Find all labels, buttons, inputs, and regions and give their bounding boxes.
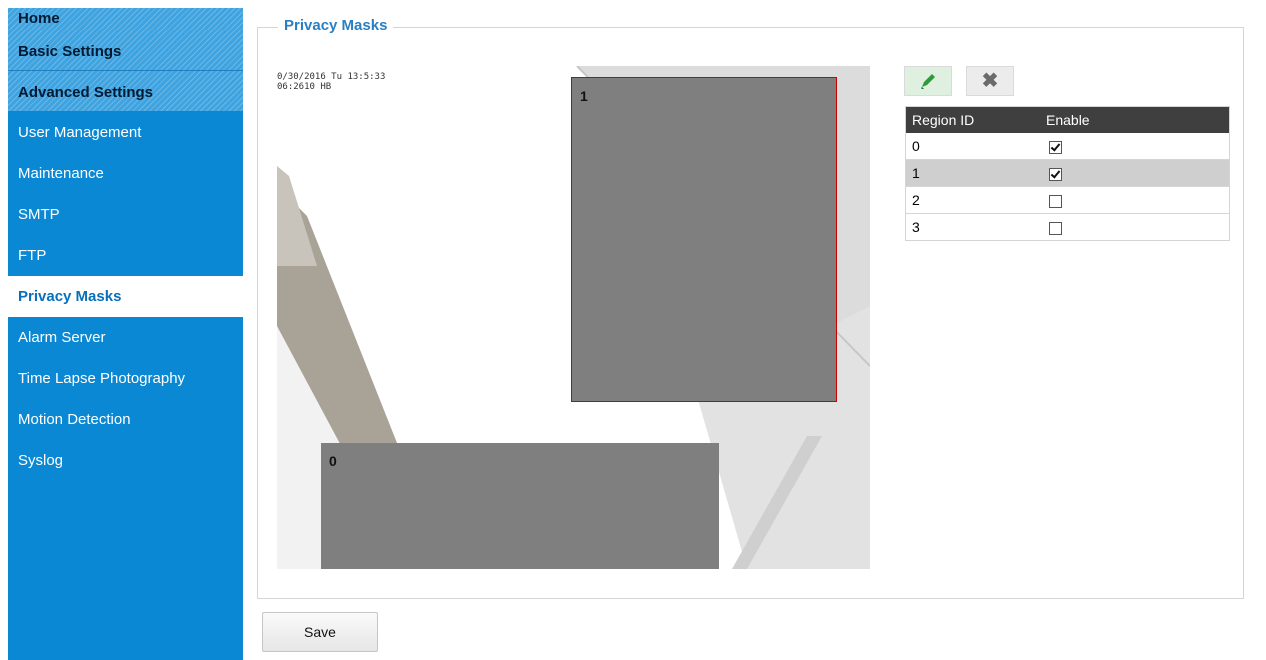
enable-cell bbox=[1040, 213, 1230, 241]
enable-checkbox[interactable] bbox=[1049, 194, 1062, 208]
video-preview[interactable]: 0/30/2016 Tu 13:5:33 06:2610 HB 1 0 bbox=[277, 66, 870, 569]
enable-cell bbox=[1040, 186, 1230, 214]
table-row[interactable]: 3 bbox=[905, 213, 1230, 241]
panel-title: Privacy Masks bbox=[278, 17, 394, 34]
region-id: 0 bbox=[905, 133, 1040, 160]
osd-timestamp: 0/30/2016 Tu 13:5:33 06:2610 HB bbox=[277, 72, 385, 92]
nav-home[interactable]: Home bbox=[8, 8, 243, 30]
col-header-enable: Enable bbox=[1040, 106, 1230, 133]
enable-checkbox[interactable] bbox=[1049, 140, 1062, 154]
table-header-row: Region ID Enable bbox=[905, 106, 1230, 133]
region-id: 3 bbox=[905, 213, 1040, 241]
sidebar: Home Basic Settings Advanced Settings Us… bbox=[8, 8, 243, 660]
clear-all-button[interactable]: ✖ bbox=[966, 66, 1014, 96]
sidebar-item-privacy-masks[interactable]: Privacy Masks bbox=[8, 276, 243, 317]
privacy-mask-1[interactable]: 1 bbox=[571, 77, 837, 402]
nav-advanced-settings[interactable]: Advanced Settings bbox=[8, 71, 243, 112]
sidebar-item-smtp[interactable]: SMTP bbox=[8, 194, 243, 235]
nav-basic-settings[interactable]: Basic Settings bbox=[8, 30, 243, 71]
pencil-icon bbox=[921, 74, 935, 89]
sidebar-item-ftp[interactable]: FTP bbox=[8, 235, 243, 276]
sidebar-item-motion-detection[interactable]: Motion Detection bbox=[8, 399, 243, 440]
col-header-region-id: Region ID bbox=[905, 106, 1040, 133]
sidebar-item-user-management[interactable]: User Management bbox=[8, 112, 243, 153]
save-button[interactable]: Save bbox=[262, 612, 378, 652]
sidebar-item-alarm-server[interactable]: Alarm Server bbox=[8, 317, 243, 358]
region-table: Region ID Enable 0 1 2 3 bbox=[905, 106, 1230, 241]
enable-cell bbox=[1040, 159, 1230, 187]
osd-date: 0/30/2016 Tu 13:5:33 bbox=[277, 72, 386, 82]
draw-area-button[interactable] bbox=[904, 66, 952, 96]
mask-label: 1 bbox=[580, 88, 588, 104]
mask-label: 0 bbox=[329, 453, 337, 469]
enable-checkbox[interactable] bbox=[1049, 167, 1062, 181]
sidebar-item-time-lapse-photography[interactable]: Time Lapse Photography bbox=[8, 358, 243, 399]
close-icon: ✖ bbox=[981, 70, 999, 92]
sidebar-item-maintenance[interactable]: Maintenance bbox=[8, 153, 243, 194]
sidebar-item-syslog[interactable]: Syslog bbox=[8, 440, 243, 481]
privacy-mask-0[interactable]: 0 bbox=[321, 443, 719, 569]
osd-line2: 06:2610 HB bbox=[277, 82, 332, 92]
table-row[interactable]: 2 bbox=[905, 186, 1230, 214]
region-id: 1 bbox=[905, 159, 1040, 187]
enable-cell bbox=[1040, 133, 1230, 160]
region-id: 2 bbox=[905, 186, 1040, 214]
table-row[interactable]: 0 bbox=[905, 133, 1230, 160]
enable-checkbox[interactable] bbox=[1049, 221, 1062, 235]
table-row[interactable]: 1 bbox=[905, 159, 1230, 187]
